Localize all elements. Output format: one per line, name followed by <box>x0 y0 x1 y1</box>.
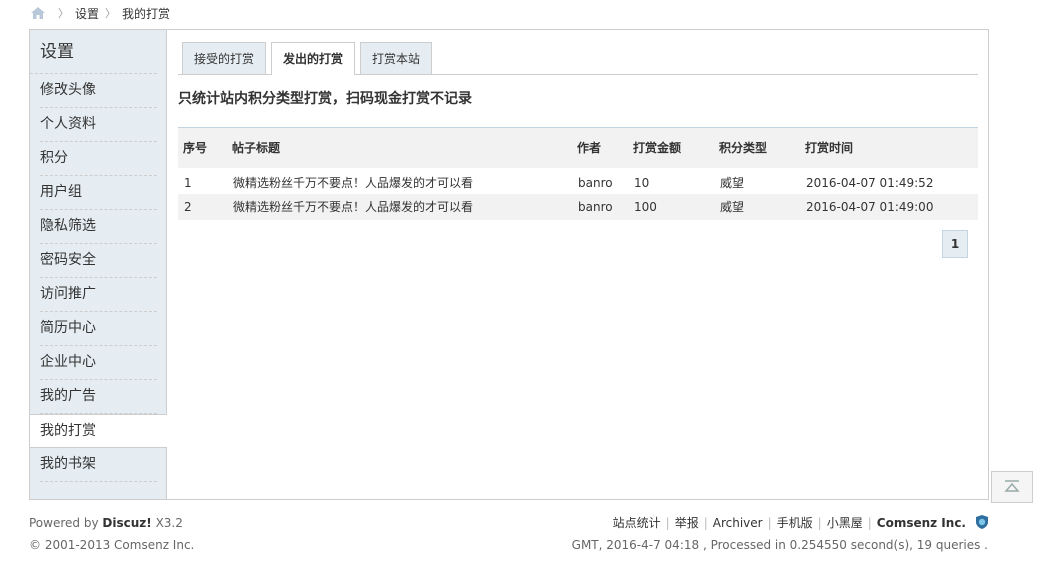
content-frame: 设置 修改头像 个人资料 积分 用户组 隐私筛选 密码安全 访问推广 简历中心 … <box>29 29 989 500</box>
table-row: 2 微精选粉丝千万不要点！人品爆发的才可以看 banro 100 威望 2016… <box>178 193 978 220</box>
post-title-link[interactable]: 微精选粉丝千万不要点！人品爆发的才可以看 <box>233 176 473 190</box>
sidebar-item-usergroup[interactable]: 用户组 <box>30 176 166 210</box>
sidebar-item-ads[interactable]: 我的广告 <box>30 380 166 414</box>
sidebar-item-label: 密码安全 <box>40 244 157 278</box>
footer-link-blackroom[interactable]: 小黑屋 <box>827 516 863 530</box>
breadcrumb-current: 我的打赏 <box>122 6 171 21</box>
discuz-link[interactable]: Discuz! <box>102 516 151 530</box>
col-header-amount: 打赏金额 <box>628 127 714 168</box>
cell-credit-type: 威望 <box>720 176 745 190</box>
sidebar-item-label: 访问推广 <box>40 278 157 312</box>
back-to-top-button[interactable] <box>991 471 1033 503</box>
col-header-title: 帖子标题 <box>227 127 572 168</box>
sidebar-item-resume[interactable]: 简历中心 <box>30 312 166 346</box>
table-header-row: 序号 帖子标题 作者 打赏金额 积分类型 打赏时间 <box>178 127 978 168</box>
tab-received-rewards[interactable]: 接受的打赏 <box>182 42 267 74</box>
sidebar-item-profile[interactable]: 个人资料 <box>30 108 166 142</box>
sidebar-menu: 修改头像 个人资料 积分 用户组 隐私筛选 密码安全 访问推广 简历中心 企业中… <box>30 74 167 482</box>
footer-right: 站点统计 | 举报 | Archiver | 手机版 | 小黑屋 | Comsenz Inc. GM… <box>572 512 988 556</box>
cell-time: 2016-04-07 01:49:00 <box>800 193 978 220</box>
sidebar-item-label: 我的广告 <box>40 380 157 414</box>
sidebar-item-label: 简历中心 <box>40 312 157 346</box>
sidebar-item-label: 个人资料 <box>40 108 157 142</box>
settings-sidebar: 设置 修改头像 个人资料 积分 用户组 隐私筛选 密码安全 访问推广 简历中心 … <box>30 30 167 499</box>
sidebar-item-password[interactable]: 密码安全 <box>30 244 166 278</box>
sidebar-item-company[interactable]: 企业中心 <box>30 346 166 380</box>
tab-reward-site[interactable]: 打赏本站 <box>360 42 433 74</box>
sidebar-item-label: 我的打赏 <box>40 423 96 439</box>
table-row: 1 微精选粉丝千万不要点！人品爆发的才可以看 banro 10 威望 2016-… <box>178 168 978 194</box>
footer-left: Powered by Discuz! X3.2 © 2001-2013 Coms… <box>29 512 194 556</box>
cell-time: 2016-04-07 01:49:52 <box>806 175 934 190</box>
breadcrumb-separator: 〉 <box>58 7 69 20</box>
tab-sent-rewards[interactable]: 发出的打赏 <box>271 42 356 75</box>
sidebar-item-label: 积分 <box>40 142 157 176</box>
reward-tabs: 接受的打赏 发出的打赏 打赏本站 <box>178 42 978 75</box>
footer-link-mobile[interactable]: 手机版 <box>777 516 813 530</box>
footer-links: 站点统计 | 举报 | Archiver | 手机版 | 小黑屋 | Comsenz Inc. <box>572 512 988 534</box>
col-header-credit-type: 积分类型 <box>714 127 800 168</box>
sidebar-item-label: 我的书架 <box>40 448 157 482</box>
sidebar-item-rewards[interactable]: 我的打赏 <box>30 414 167 448</box>
powered-prefix: Powered by <box>29 516 99 530</box>
footer-link-archiver[interactable]: Archiver <box>713 516 763 530</box>
notice-text: 只统计站内积分类型打赏，扫码现金打赏不记录 <box>178 91 472 107</box>
sidebar-item-label: 企业中心 <box>40 346 157 380</box>
footer-link-report[interactable]: 举报 <box>675 516 699 530</box>
sidebar-title: 设置 <box>30 30 157 74</box>
powered-by: Powered by Discuz! X3.2 <box>29 512 194 534</box>
col-header-author: 作者 <box>572 127 628 168</box>
pagination-current-page[interactable]: 1 <box>942 230 968 258</box>
author-link[interactable]: banro <box>578 200 613 214</box>
cell-index: 1 <box>184 175 192 190</box>
back-to-top-icon <box>1003 479 1021 496</box>
sidebar-item-label: 用户组 <box>40 176 157 210</box>
col-header-index: 序号 <box>178 127 227 168</box>
sidebar-item-promotion[interactable]: 访问推广 <box>30 278 166 312</box>
home-icon[interactable] <box>30 6 46 20</box>
breadcrumb-separator: 〉 <box>105 7 117 20</box>
cell-credit-type: 威望 <box>714 193 800 220</box>
rewards-table: 序号 帖子标题 作者 打赏金额 积分类型 打赏时间 1 微精选粉丝千万不要点！人… <box>178 127 978 220</box>
main-content: 接受的打赏 发出的打赏 打赏本站 只统计站内积分类型打赏，扫码现金打赏不记录 序… <box>178 42 978 258</box>
footer-company-link[interactable]: Comsenz Inc. <box>877 516 966 530</box>
sidebar-item-privacy[interactable]: 隐私筛选 <box>30 210 166 244</box>
col-header-time: 打赏时间 <box>800 127 978 168</box>
cell-title: 微精选粉丝千万不要点！人品爆发的才可以看 <box>227 168 572 194</box>
cell-title: 微精选粉丝千万不要点！人品爆发的才可以看 <box>227 193 572 220</box>
cell-author: banro <box>572 168 628 194</box>
footer-status: GMT, 2016-4-7 04:18 , Processed in 0.254… <box>571 538 988 552</box>
copyright: © 2001-2013 Comsenz Inc. <box>29 538 195 552</box>
sidebar-item-label: 隐私筛选 <box>40 210 157 244</box>
cell-amount: 10 <box>634 175 650 190</box>
breadcrumb-settings-link[interactable]: 设置 <box>75 5 99 22</box>
footer-link-stats[interactable]: 站点统计 <box>613 516 661 530</box>
version-label: X3.2 <box>155 516 183 530</box>
cell-index: 2 <box>178 193 227 220</box>
breadcrumb: 〉 设置 〉 我的打赏 <box>30 5 170 21</box>
shield-icon[interactable] <box>974 514 988 530</box>
author-link[interactable]: banro <box>578 176 613 190</box>
post-title-link[interactable]: 微精选粉丝千万不要点！人品爆发的才可以看 <box>233 200 473 214</box>
cell-amount: 100 <box>628 193 714 220</box>
sidebar-item-avatar[interactable]: 修改头像 <box>30 74 166 108</box>
cell-author: banro <box>572 193 628 220</box>
sidebar-item-credits[interactable]: 积分 <box>30 142 166 176</box>
sidebar-item-bookshelf[interactable]: 我的书架 <box>30 448 166 482</box>
sidebar-item-label: 修改头像 <box>40 74 157 108</box>
